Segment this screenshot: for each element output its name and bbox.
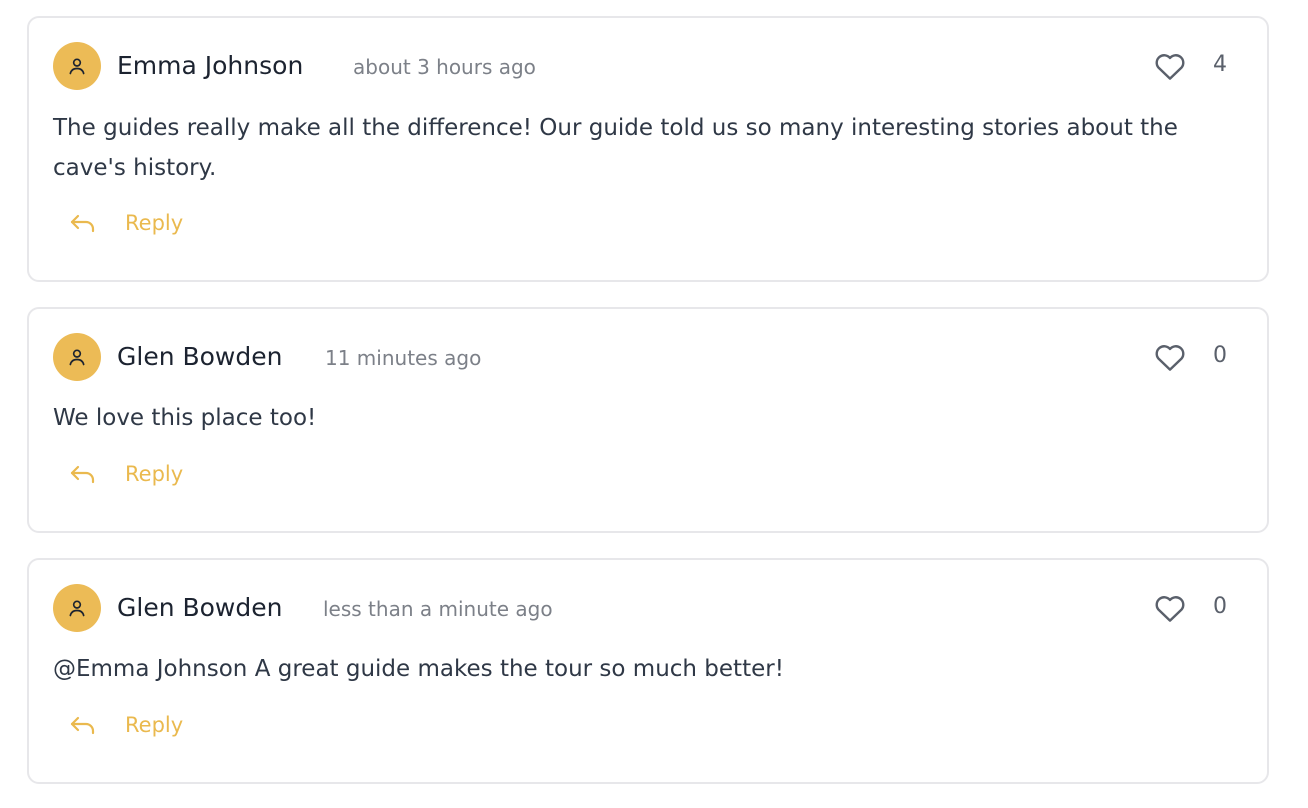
heart-icon [1155, 596, 1185, 622]
heart-icon [1155, 345, 1185, 371]
like-count: 0 [1213, 594, 1227, 619]
reply-arrow-icon [69, 462, 99, 486]
heart-icon [1155, 54, 1185, 80]
comment-author: Glen Bowden [117, 593, 283, 622]
like-count: 0 [1213, 343, 1227, 368]
comment-header: Glen Bowden 11 minutes ago 0 [53, 333, 1267, 383]
reply-label: Reply [125, 462, 184, 486]
user-icon [69, 600, 85, 617]
reply-arrow-icon [69, 211, 99, 235]
comment-timestamp: 11 minutes ago [325, 346, 482, 370]
user-icon [69, 58, 85, 75]
avatar [53, 333, 101, 381]
comment-card: Emma Johnson about 3 hours ago 4 The gui… [27, 16, 1269, 282]
comment-timestamp: about 3 hours ago [353, 55, 536, 79]
comment-author: Glen Bowden [117, 342, 283, 371]
comment-header: Emma Johnson about 3 hours ago 4 [53, 42, 1267, 92]
like-button[interactable] [1153, 49, 1187, 83]
avatar [53, 42, 101, 90]
user-icon [69, 349, 85, 366]
comment-card: Glen Bowden 11 minutes ago 0 We love thi… [27, 307, 1269, 533]
comment-header: Glen Bowden less than a minute ago 0 [53, 584, 1267, 634]
reply-arrow-icon [69, 713, 99, 737]
comment-text: The guides really make all the differenc… [53, 115, 1178, 181]
comment-card: Glen Bowden less than a minute ago 0 @Em… [27, 558, 1269, 784]
comment-author: Emma Johnson [117, 51, 304, 80]
reply-label: Reply [125, 211, 184, 235]
comment-text: @Emma Johnson A great guide makes the to… [53, 656, 784, 682]
like-button[interactable] [1153, 340, 1187, 374]
like-button[interactable] [1153, 591, 1187, 625]
reply-button[interactable]: Reply [69, 211, 183, 235]
reply-button[interactable]: Reply [69, 462, 183, 486]
like-count: 4 [1213, 52, 1227, 77]
comment-timestamp: less than a minute ago [323, 597, 553, 621]
reply-button[interactable]: Reply [69, 713, 183, 737]
avatar [53, 584, 101, 632]
comment-text: We love this place too! [53, 405, 317, 431]
reply-label: Reply [125, 713, 184, 737]
